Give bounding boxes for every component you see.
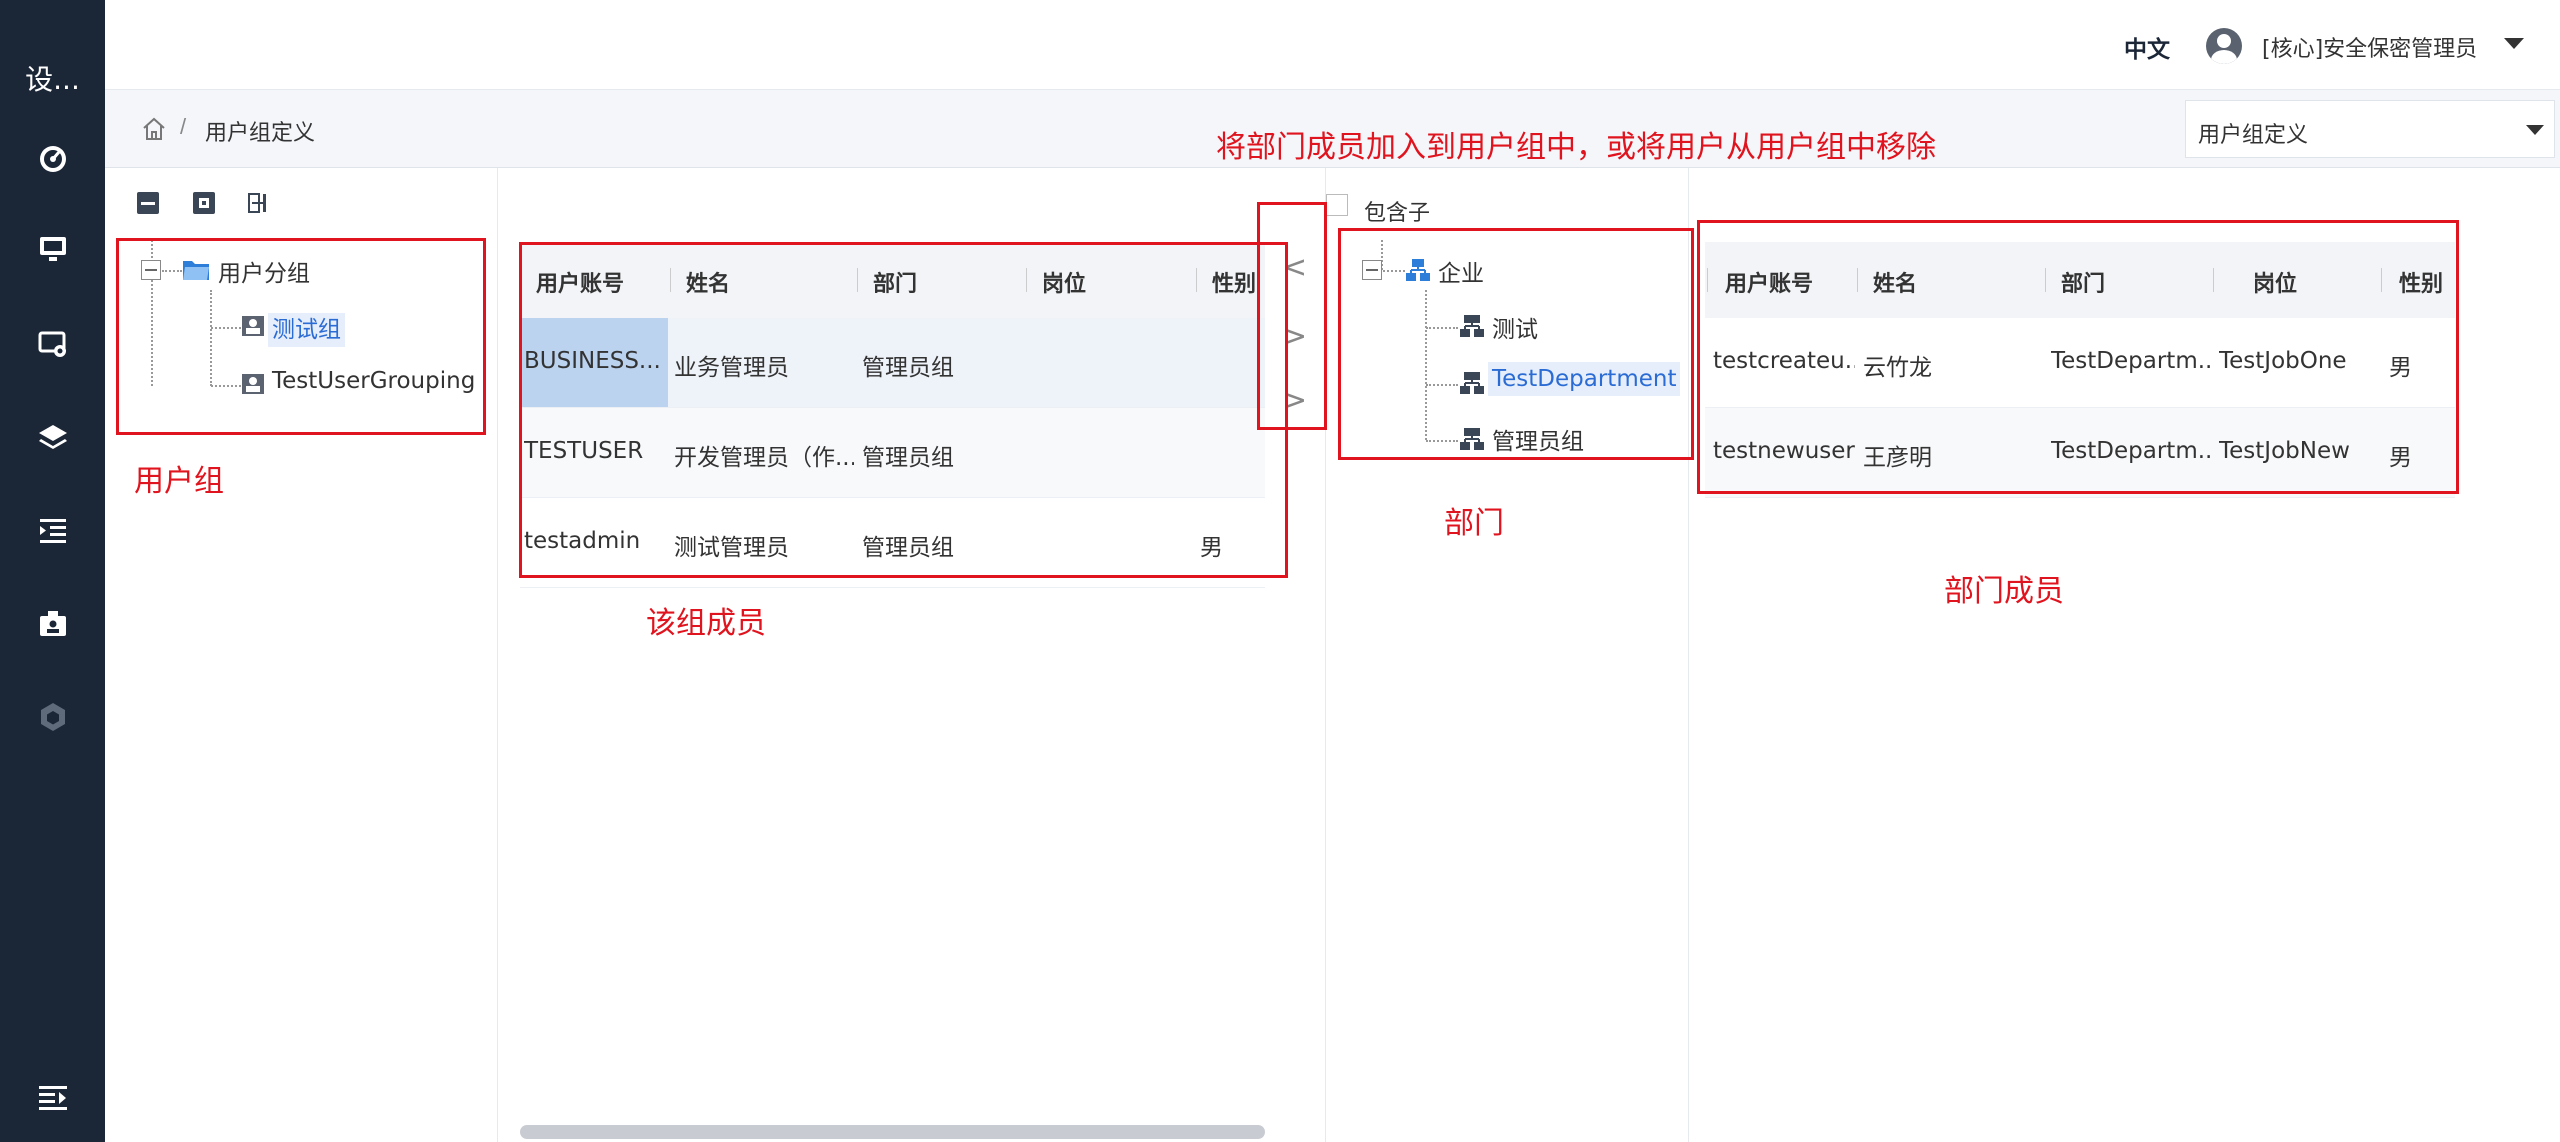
dashboard-icon[interactable] xyxy=(36,142,70,176)
horizontal-scrollbar[interactable] xyxy=(520,1125,1265,1139)
user-name[interactable]: [核心]安全保密管理员 xyxy=(2262,31,2477,63)
language-switch[interactable]: 中文 xyxy=(2124,30,2170,64)
top-header: 中文 [核心]安全保密管理员 xyxy=(105,0,2560,90)
panel-divider xyxy=(497,168,498,1142)
layers-icon[interactable] xyxy=(36,420,70,454)
shield-cube-icon[interactable] xyxy=(36,700,70,734)
page-select[interactable]: 用户组定义 xyxy=(2185,100,2555,158)
include-children-label: 包含子 xyxy=(1364,201,1431,226)
monitor-icon[interactable] xyxy=(36,232,70,266)
menu-collapse-icon[interactable] xyxy=(36,1080,70,1114)
app-brand[interactable]: 设... xyxy=(0,58,105,98)
annotation-title: 将部门成员加入到用户组中，或将用户从用户组中移除 xyxy=(1216,130,1936,165)
chevron-down-icon xyxy=(2526,125,2544,135)
annotation-box-dept-members xyxy=(1697,220,2459,494)
include-children-checkbox[interactable] xyxy=(1326,194,1348,216)
annotation-box-department xyxy=(1338,228,1694,460)
annotation-box-group-members xyxy=(519,242,1288,578)
home-icon[interactable] xyxy=(141,116,167,142)
expand-all-icon[interactable] xyxy=(191,190,217,216)
id-badge-icon[interactable] xyxy=(36,607,70,641)
breadcrumb-current: 用户组定义 xyxy=(205,121,316,146)
split-view-icon[interactable] xyxy=(247,190,273,216)
sidebar: 设... xyxy=(0,0,105,1142)
chevron-down-icon[interactable] xyxy=(2504,38,2524,49)
collapse-all-icon[interactable] xyxy=(135,190,161,216)
annotation-box-user-group xyxy=(116,238,486,435)
user-avatar[interactable] xyxy=(2206,28,2242,64)
page-select-value: 用户组定义 xyxy=(2198,123,2309,148)
settings-screen-icon[interactable] xyxy=(36,327,70,361)
annotation-box-transfer xyxy=(1257,202,1327,430)
annotation-user-group: 用户组 xyxy=(134,464,224,499)
annotation-department: 部门 xyxy=(1444,506,1504,541)
annotation-group-members: 该组成员 xyxy=(646,606,766,641)
indent-list-icon[interactable] xyxy=(36,513,70,547)
breadcrumb-separator: / xyxy=(180,114,187,139)
annotation-dept-members: 部门成员 xyxy=(1944,574,2064,609)
